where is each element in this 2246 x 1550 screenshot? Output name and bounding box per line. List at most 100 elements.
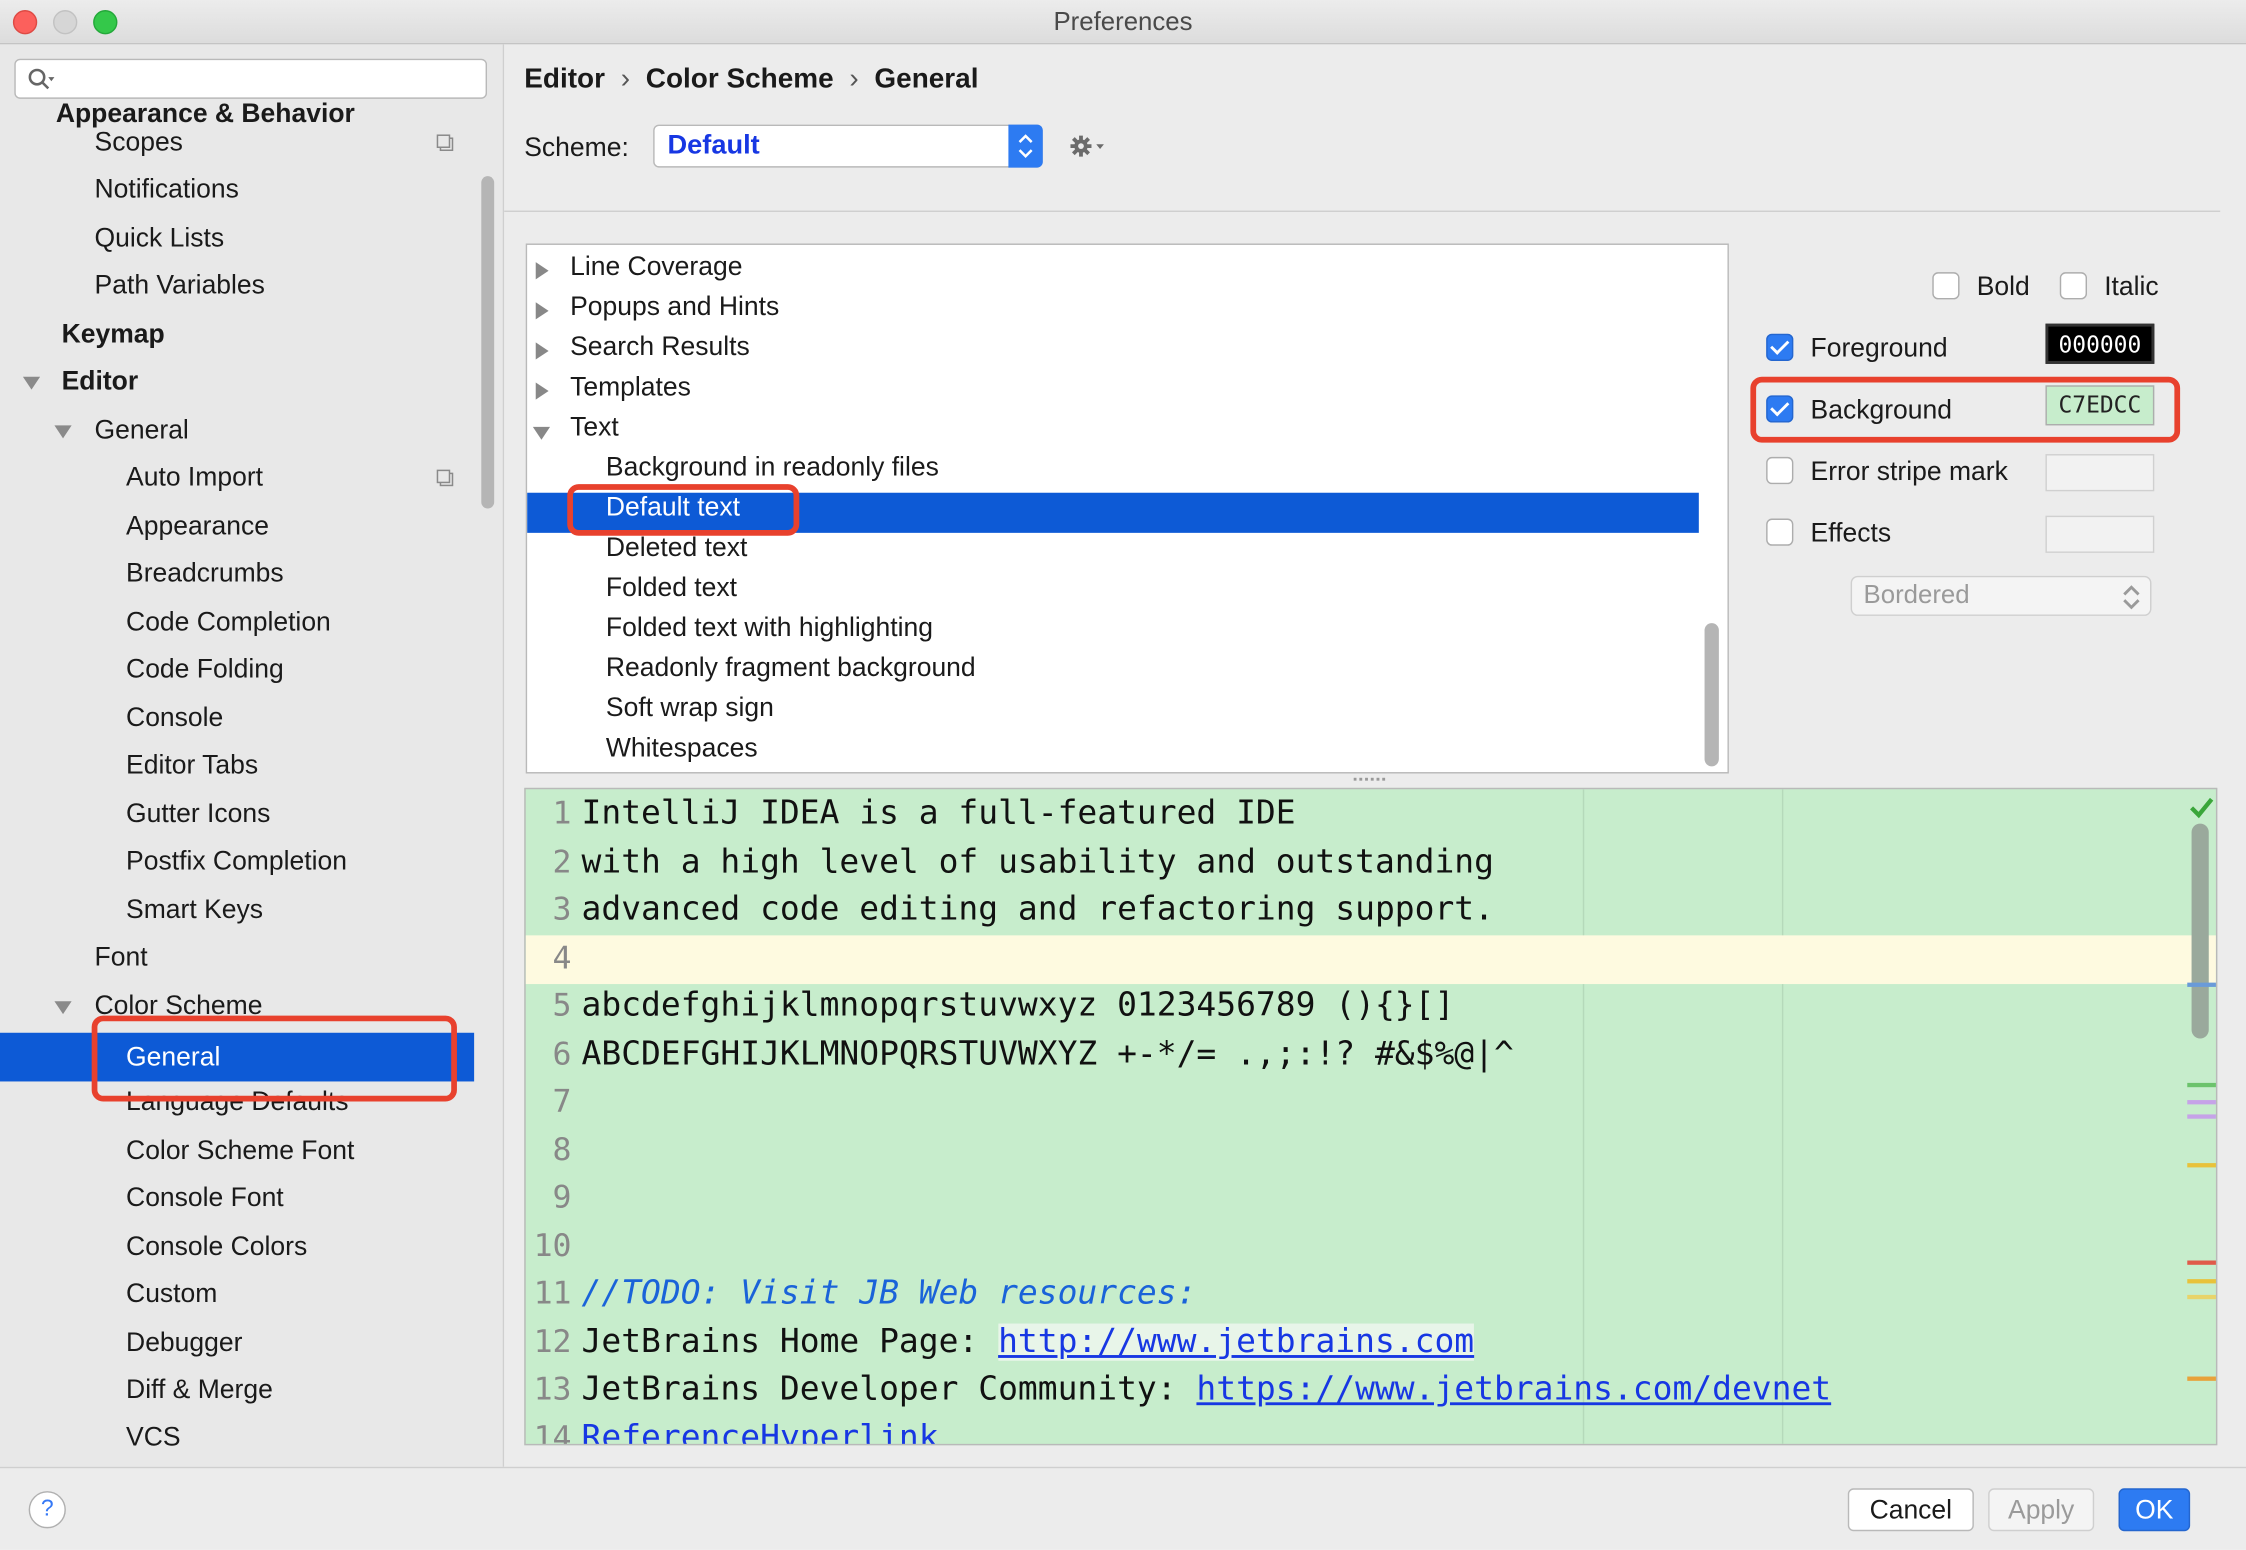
sidebar-item-smart-keys[interactable]: Smart Keys [126, 890, 263, 930]
error-stripe-marker[interactable] [2187, 1100, 2216, 1105]
scheme-select[interactable]: Default [653, 124, 1043, 168]
sidebar-item-color-scheme-font[interactable]: Color Scheme Font [126, 1130, 354, 1170]
cancel-button[interactable]: Cancel [1847, 1488, 1974, 1532]
tree-item-popups-hints[interactable]: Popups and Hints [570, 286, 779, 326]
preview-line: 12 JetBrains Home Page: http://www.jetbra… [533, 1323, 1475, 1361]
highlight-box-background [1750, 376, 2181, 443]
chevron-right-icon: › [849, 63, 859, 95]
chevron-right-icon: › [620, 63, 631, 95]
collapse-arrow-icon[interactable] [532, 426, 551, 440]
sidebar-item-scopes[interactable]: Scopes [95, 122, 183, 162]
error-stripe-marker[interactable] [2187, 1376, 2216, 1381]
error-stripe-marker[interactable] [2187, 1114, 2216, 1119]
sidebar-item-path-variables[interactable]: Path Variables [95, 265, 265, 305]
search-icon [28, 68, 55, 90]
title-bar: Preferences [0, 0, 2246, 45]
tree-item-templates[interactable]: Templates [570, 367, 691, 407]
bold-label: Bold [1976, 270, 2030, 301]
expand-arrow-icon[interactable] [535, 342, 549, 360]
tree-item-bg-readonly[interactable]: Background in readonly files [606, 447, 939, 487]
expand-arrow-icon[interactable] [535, 302, 549, 320]
tree-item-folded-text[interactable]: Folded text [606, 567, 737, 607]
sidebar-item-postfix-completion[interactable]: Postfix Completion [126, 841, 347, 881]
sidebar-item-font[interactable]: Font [95, 937, 148, 977]
ok-button[interactable]: OK [2118, 1488, 2191, 1532]
sidebar-item-appearance[interactable]: Appearance [126, 506, 269, 546]
sidebar-item-notifications[interactable]: Notifications [95, 169, 239, 209]
error-stripe-marker[interactable] [2187, 1082, 2216, 1088]
effects-checkbox[interactable] [1766, 518, 1794, 546]
sidebar-item-debugger[interactable]: Debugger [126, 1322, 242, 1362]
sidebar-item-auto-import[interactable]: Auto Import [126, 457, 263, 497]
sidebar-item-breadcrumbs[interactable]: Breadcrumbs [126, 553, 284, 593]
editor-preview[interactable]: 1 IntelliJ IDEA is a full-featured IDE 2w… [524, 787, 2218, 1446]
sidebar-item-code-folding[interactable]: Code Folding [126, 649, 284, 689]
dialog-button-bar: ? Cancel Apply OK [0, 1466, 2246, 1550]
gear-icon[interactable] [1067, 132, 1110, 161]
sidebar-item-keymap[interactable]: Keymap [62, 314, 165, 354]
foreground-checkbox[interactable] [1766, 333, 1794, 361]
splitter-handle[interactable] [1353, 776, 1388, 785]
effects-label: Effects [1810, 517, 1892, 548]
breadcrumb-color-scheme[interactable]: Color Scheme [646, 63, 834, 95]
reference-hyperlink[interactable]: ReferenceHyperlink [582, 1415, 939, 1444]
jetbrains-home-link[interactable]: http://www.jetbrains.com [998, 1323, 1475, 1361]
error-stripe-marker[interactable] [2187, 1260, 2216, 1265]
tree-item-soft-wrap[interactable]: Soft wrap sign [606, 688, 774, 728]
error-stripe-swatch[interactable] [2045, 454, 2155, 492]
error-stripe-label: Error stripe mark [1810, 455, 2008, 486]
foreground-color-swatch[interactable]: 000000 [2045, 323, 2155, 364]
sidebar-item-editor-tabs[interactable]: Editor Tabs [126, 745, 258, 785]
tree-item-whitespaces[interactable]: Whitespaces [606, 728, 758, 768]
tree-item-readonly-fragment[interactable]: Readonly fragment background [606, 647, 976, 687]
preview-line: 6 ABCDEFGHIJKLMNOPQRSTUVWXYZ +-*/= .,;:!?… [552, 1035, 1514, 1073]
tree-item-text[interactable]: Text [570, 407, 619, 447]
breadcrumb-editor[interactable]: Editor [524, 63, 605, 95]
scheme-value: Default [667, 130, 760, 161]
sidebar-item-custom[interactable]: Custom [126, 1273, 217, 1313]
window-title: Preferences [1053, 7, 1193, 36]
error-stripe-marker[interactable] [2187, 982, 2216, 987]
sidebar-item-code-completion[interactable]: Code Completion [126, 602, 331, 642]
sidebar-item-console-font[interactable]: Console Font [126, 1177, 284, 1217]
error-stripe-checkbox[interactable] [1766, 456, 1794, 485]
expand-arrow-icon[interactable] [535, 262, 549, 280]
preview-scrollbar[interactable] [2191, 823, 2209, 1039]
help-button[interactable]: ? [28, 1491, 66, 1529]
sidebar-scrollbar[interactable] [481, 176, 495, 509]
expand-editor-icon[interactable] [22, 376, 41, 390]
expand-arrow-icon[interactable] [535, 382, 549, 400]
error-stripe-marker[interactable] [2187, 1294, 2216, 1300]
bold-checkbox[interactable] [1932, 272, 1960, 300]
preferences-window: Preferences Appearance & Behavior Scopes… [0, 0, 2246, 1550]
preview-line: 2 with a high level of usability and outs… [552, 843, 1494, 881]
preview-line: 11//TODO: Visit JB Web resources: [526, 1271, 2216, 1319]
preview-line: 14 ReferenceHyperlink [526, 1415, 2216, 1444]
sidebar-item-gutter-icons[interactable]: Gutter Icons [126, 794, 270, 834]
preview-line: 3 advanced code editing and refactoring s… [552, 890, 1494, 929]
sidebar-item-editor[interactable]: Editor [62, 361, 139, 401]
error-stripe-marker[interactable] [2187, 1279, 2216, 1284]
sidebar-item-diff-merge[interactable]: Diff & Merge [126, 1369, 273, 1409]
effects-style-select[interactable]: Bordered [1850, 575, 2152, 616]
project-level-icon [436, 134, 454, 152]
sidebar-item-vcs[interactable]: VCS [126, 1417, 180, 1457]
expand-general-icon[interactable] [54, 425, 72, 439]
error-stripe-marker[interactable] [2187, 1163, 2216, 1168]
tree-scrollbar[interactable] [1704, 623, 1719, 767]
sidebar-item-console[interactable]: Console [126, 698, 223, 738]
tree-item-search-results[interactable]: Search Results [570, 327, 750, 367]
tree-item-folded-highlighting[interactable]: Folded text with highlighting [606, 607, 933, 647]
sidebar-item-general[interactable]: General [95, 410, 189, 450]
expand-color-scheme-icon[interactable] [54, 1001, 72, 1015]
apply-button[interactable]: Apply [1988, 1488, 2095, 1532]
scheme-label: Scheme: [524, 131, 629, 162]
sidebar-item-console-colors[interactable]: Console Colors [126, 1226, 307, 1266]
highlight-box-general [91, 1015, 457, 1102]
tree-item-line-coverage[interactable]: Line Coverage [570, 246, 742, 286]
sidebar-item-quick-lists[interactable]: Quick Lists [95, 218, 225, 258]
effects-swatch[interactable] [2045, 515, 2155, 553]
italic-checkbox[interactable] [2059, 272, 2088, 300]
breadcrumb-general: General [874, 63, 979, 95]
jetbrains-devnet-link[interactable]: https://www.jetbrains.com/devnet [1196, 1371, 1831, 1408]
